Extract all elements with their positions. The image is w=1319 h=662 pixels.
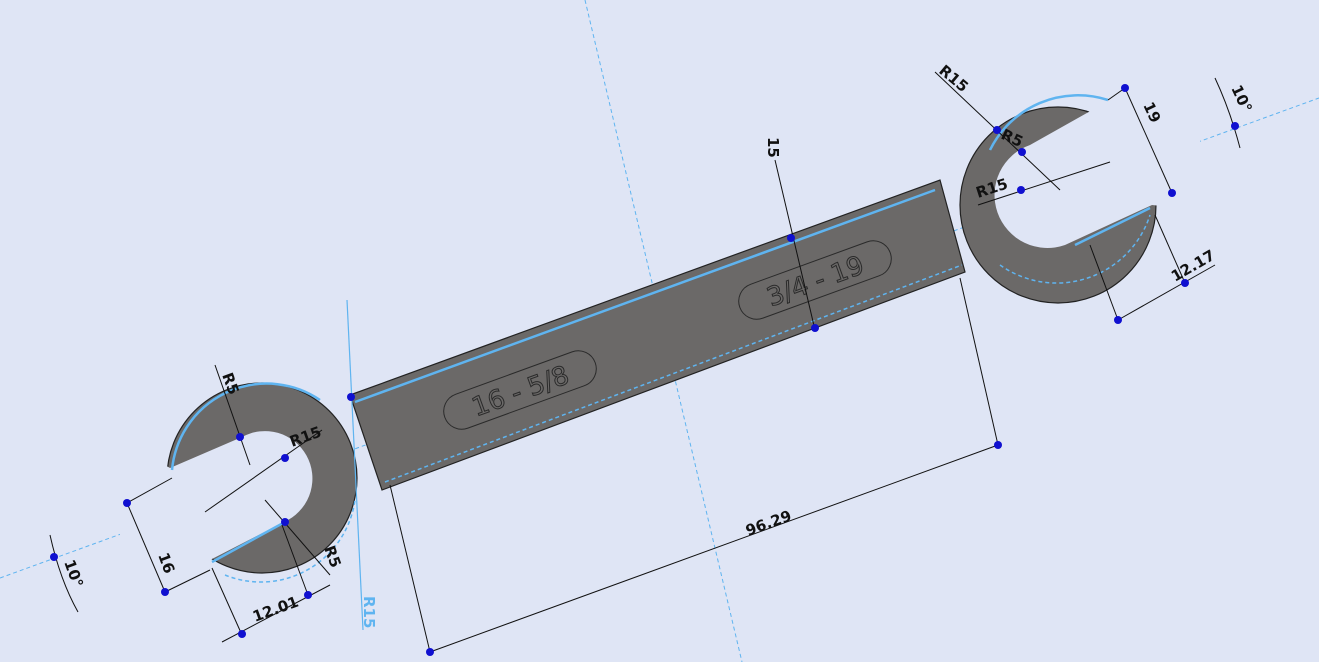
- dim-left-neck-r15[interactable]: R15: [360, 596, 378, 628]
- left-head[interactable]: [120, 382, 358, 600]
- wrench-sketch[interactable]: 16 - 5/8 3/4 - 19 R5 R15 R5 16 12.01 10°…: [0, 0, 1319, 662]
- dim-left-angle[interactable]: 10°: [60, 557, 87, 590]
- wrench-handle[interactable]: [349, 179, 966, 491]
- dim-right-r15-top[interactable]: R15: [935, 61, 971, 96]
- dim-left-r5-bottom[interactable]: R5: [320, 543, 344, 570]
- cad-viewport[interactable]: 16 - 5/8 3/4 - 19 R5 R15 R5 16 12.01 10°…: [0, 0, 1319, 662]
- dim-right-angle[interactable]: 10°: [1227, 82, 1255, 115]
- dim-length[interactable]: 96.29: [743, 507, 794, 540]
- dim-left-jaw[interactable]: 12.01: [250, 593, 301, 626]
- dim-right-jaw[interactable]: 12.17: [1168, 246, 1218, 285]
- dim-handle-width[interactable]: 15: [764, 137, 782, 158]
